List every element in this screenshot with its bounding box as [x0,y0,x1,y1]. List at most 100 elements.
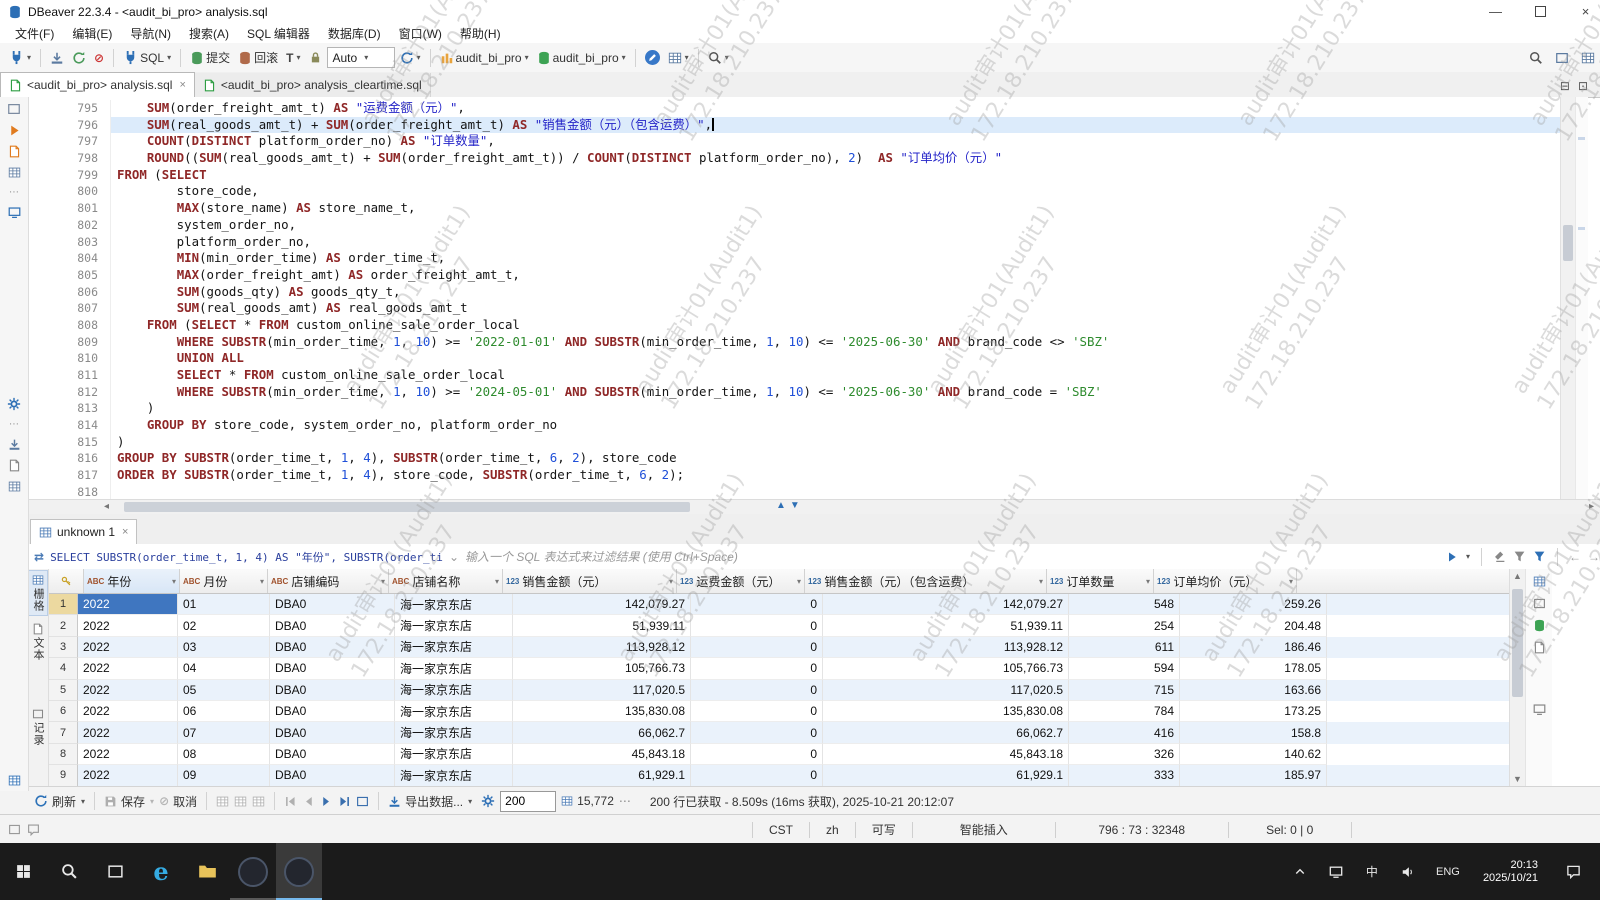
column-filter-icon[interactable]: ▾ [172,577,176,586]
rollback-button[interactable]: 回滚 [235,47,281,68]
apply-filter-icon[interactable] [1446,551,1458,563]
language-indicator[interactable]: ENG [1429,843,1467,900]
code-line-812[interactable]: 812 WHERE SUBSTR(min_order_time, 1, 10) … [28,384,1560,401]
column-filter-icon[interactable]: ▾ [381,577,385,586]
search-button[interactable]: ▾ [705,49,732,67]
table-cell[interactable]: 04 [178,658,270,679]
table-row[interactable]: 9202209DBA0海一家京东店61,929.1061,929.1333185… [49,765,1509,786]
line-text[interactable]: ) [111,400,1560,417]
collapse-up-icon[interactable]: ▲ [776,500,786,511]
line-text[interactable]: MAX(order_freight_amt) AS order_freight_… [111,267,1560,284]
code-line-809[interactable]: 809 WHERE SUBSTR(min_order_time, 1, 10) … [28,334,1560,351]
column-header[interactable]: ABC月份▾ [180,569,268,593]
taskbar-search-button[interactable] [46,843,92,900]
delete-row-icon[interactable] [252,795,265,808]
line-text[interactable]: store_code, [111,183,1560,200]
action-center-icon[interactable] [1554,843,1592,900]
chevron-down-icon[interactable]: ▾ [27,53,31,62]
table-cell[interactable]: 105,766.73 [513,658,691,679]
row-number[interactable]: 1 [49,594,78,615]
column-filter-icon[interactable]: ▾ [1146,577,1150,586]
chevron-down-icon[interactable]: ▾ [468,797,472,806]
grid-corner-cell[interactable] [49,569,84,593]
column-filter-icon[interactable]: ▾ [1039,577,1043,586]
table-cell[interactable]: 09 [178,765,270,786]
column-header[interactable]: 123销售金额（元）（包含运费）▾ [805,569,1047,593]
code-line-817[interactable]: 817ORDER BY SUBSTR(order_time_t, 1, 4), … [28,467,1560,484]
add-row-icon[interactable] [216,795,229,808]
fetch-size-input[interactable] [500,791,556,812]
grid-vertical-scrollbar[interactable]: ▲ ▼ [1509,569,1525,786]
table-row[interactable]: 3202203DBA0海一家京东店113,928.120113,928.1261… [49,637,1509,658]
editor-horizontal-scrollbar[interactable]: ◂ ▸ ▲ ▼ [28,499,1600,515]
table-cell[interactable]: 0 [691,701,823,722]
column-header[interactable]: 123订单数量▾ [1047,569,1154,593]
last-page-icon[interactable] [338,795,351,808]
table-cell[interactable]: 158.8 [1180,722,1327,743]
line-text[interactable]: GROUP BY store_code, system_order_no, pl… [111,417,1560,434]
lock-icon[interactable] [306,49,325,66]
line-text[interactable]: SUM(real_goods_amt) AS real_goods_amt_t [111,300,1560,317]
table-cell[interactable]: 2022 [78,765,178,786]
code-line-798[interactable]: 798 ROUND((SUM(real_goods_amt_t) + SUM(o… [28,150,1560,167]
notifications-icon[interactable] [27,823,40,836]
history-button[interactable]: ▾ [397,49,424,67]
connect-button[interactable] [47,49,67,67]
duplicate-row-icon[interactable] [234,795,247,808]
collapse-down-icon[interactable]: ▼ [790,500,800,511]
scrollbar-thumb[interactable] [1563,225,1573,261]
open-perspective-button[interactable] [1552,49,1572,67]
log-file-icon[interactable] [8,459,21,472]
table-cell[interactable]: 03 [178,637,270,658]
code-line-818[interactable]: 818 [28,484,1560,499]
export-data-button[interactable]: 导出数据...▾ [388,793,472,810]
tab-analysis-cleartime-sql[interactable]: <audit_bi_pro> analysis_cleartime.sql [195,73,431,97]
table-cell[interactable]: 113,928.12 [823,637,1069,658]
table-cell[interactable]: 海一家京东店 [395,680,513,701]
table-row[interactable]: 5202205DBA0海一家京东店117,020.50117,020.57151… [49,680,1509,701]
scroll-right-icon[interactable]: ▸ [1589,501,1594,512]
metadata-panel-icon[interactable] [1533,619,1546,632]
first-page-icon[interactable] [284,795,297,808]
line-text[interactable]: system_order_no, [111,217,1560,234]
column-header[interactable]: ABC年份▾ [84,569,180,593]
close-tab-icon[interactable]: × [122,526,128,538]
output-console-icon[interactable] [8,206,21,219]
line-text[interactable]: COUNT(DISTINCT platform_order_no) AS "订单… [111,133,1560,150]
table-cell[interactable]: 2022 [78,594,178,615]
line-text[interactable]: FROM (SELECT [111,167,1560,184]
column-header[interactable]: 123运费金额（元）▾ [677,569,805,593]
value-panel-icon[interactable] [1533,575,1546,588]
table-cell[interactable]: 0 [691,637,823,658]
line-text[interactable]: ) [111,434,1560,451]
table-cell[interactable]: 105,766.73 [823,658,1069,679]
line-text[interactable]: WHERE SUBSTR(min_order_time, 1, 10) >= '… [111,334,1560,351]
line-text[interactable]: GROUP BY SUBSTR(order_time_t, 1, 4), SUB… [111,450,1560,467]
line-text[interactable]: ROUND((SUM(real_goods_amt_t) + SUM(order… [111,150,1560,167]
result-grid[interactable]: ABC年份▾ABC月份▾ABC店铺编码▾ABC店铺名称▾123销售金额（元）▾1… [49,569,1509,786]
table-cell[interactable]: 0 [691,594,823,615]
table-cell[interactable]: DBA0 [270,680,395,701]
table-cell[interactable]: 08 [178,744,270,765]
table-row[interactable]: 4202204DBA0海一家京东店105,766.730105,766.7359… [49,658,1509,679]
history-back-icon[interactable]: ← [1569,550,1581,564]
row-number[interactable]: 9 [49,765,78,786]
restore-panel-icon[interactable] [7,102,21,116]
code-line-801[interactable]: 801 MAX(store_name) AS store_name_t, [28,200,1560,217]
goto-row-icon[interactable] [356,795,369,808]
minimize-button[interactable]: — [1473,0,1518,23]
table-cell[interactable]: 163.66 [1180,680,1327,701]
table-cell[interactable]: 2022 [78,722,178,743]
table-cell[interactable]: 0 [691,744,823,765]
line-text[interactable]: platform_order_no, [111,234,1560,251]
code-line-807[interactable]: 807 SUM(real_goods_amt) AS real_goods_am… [28,300,1560,317]
data-transfer-button[interactable]: ▾ [665,49,692,67]
line-text[interactable]: WHERE SUBSTR(min_order_time, 1, 10) >= '… [111,384,1560,401]
code-line-810[interactable]: 810 UNION ALL [28,350,1560,367]
previous-page-icon[interactable] [302,795,315,808]
save-button[interactable]: 保存▾ [104,793,154,810]
execute-script-icon[interactable] [8,124,21,137]
history-forward-icon[interactable]: → [1588,550,1600,564]
table-cell[interactable]: 45,843.18 [513,744,691,765]
row-number[interactable]: 2 [49,615,78,636]
